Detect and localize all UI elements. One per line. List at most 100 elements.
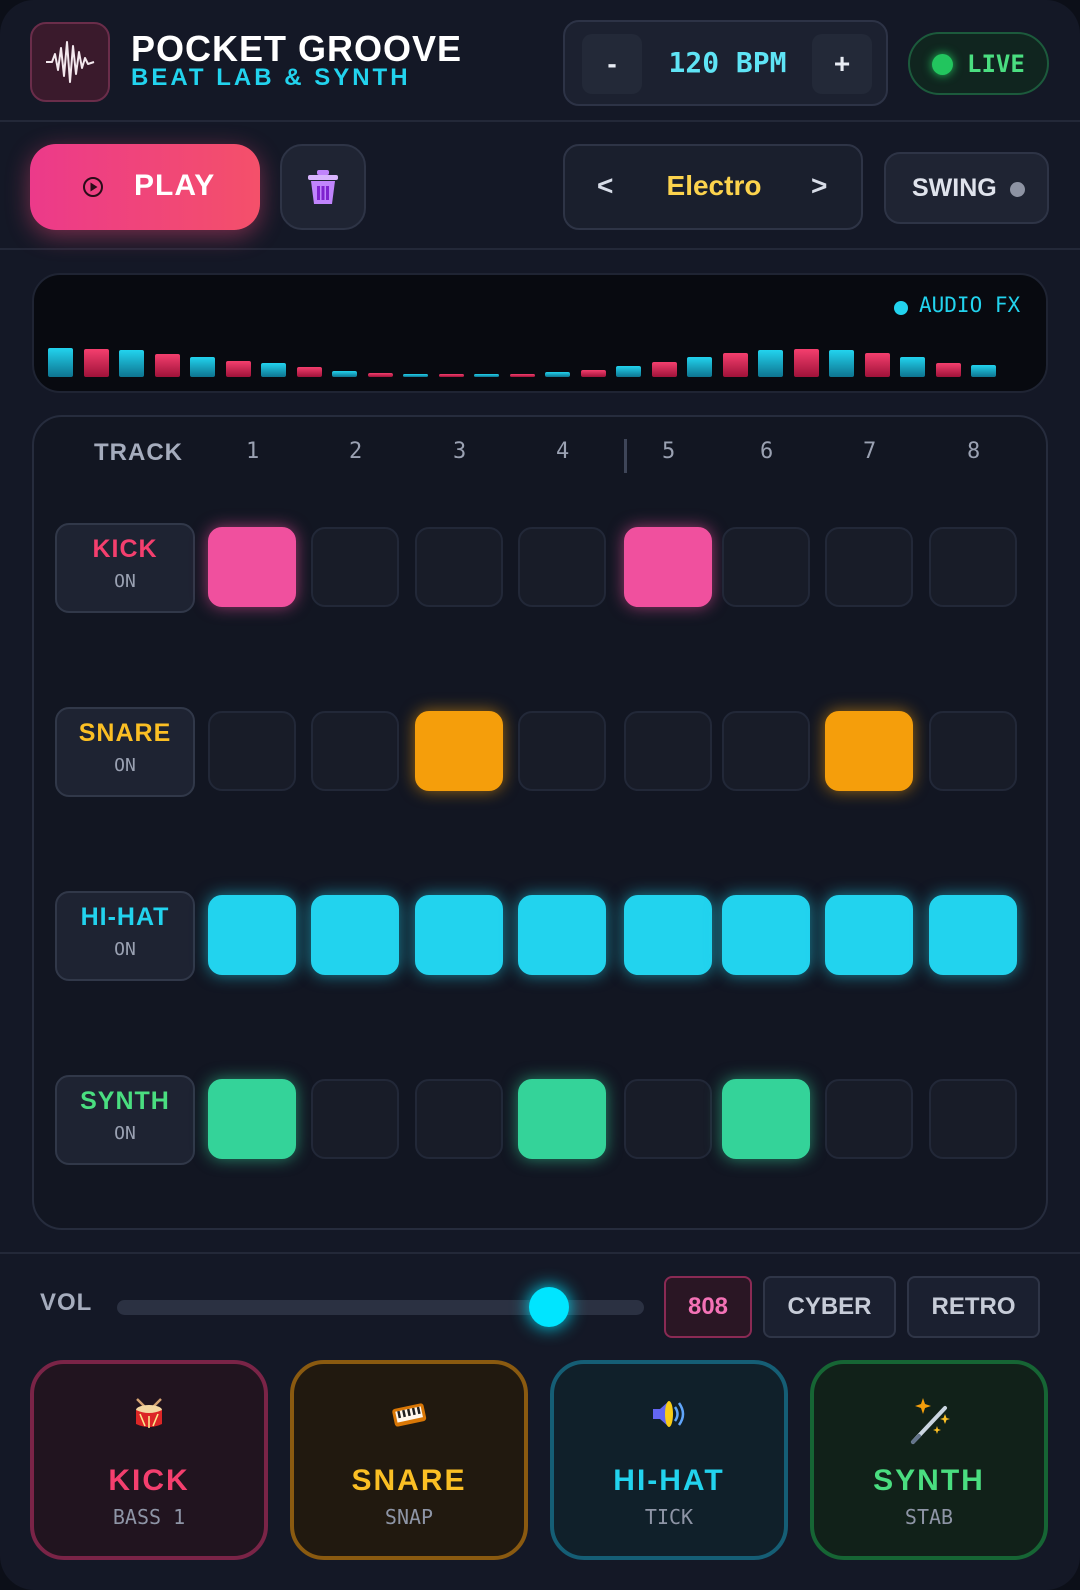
step-number-1: 1 (246, 439, 260, 464)
visualizer-bar (651, 362, 677, 377)
track-toggle-snare[interactable]: SNARE ON (55, 707, 195, 797)
visualizer-bar (580, 370, 606, 377)
visualizer-bar (509, 374, 535, 377)
pad-name: SNARE (351, 1464, 467, 1497)
track-toggle-kick[interactable]: KICK ON (55, 523, 195, 613)
step-cell-kick-2[interactable] (311, 527, 399, 607)
track-name: SNARE (78, 719, 172, 747)
play-label: PLAY (134, 169, 216, 202)
kit-retro-button[interactable]: RETRO (907, 1276, 1040, 1338)
speaker-icon (554, 1396, 784, 1432)
pad-kick[interactable]: KICK BASS 1 (30, 1360, 268, 1560)
app-logo (30, 22, 110, 102)
step-number-8: 8 (967, 439, 981, 464)
step-cell-snare-5[interactable] (624, 711, 712, 791)
app-subtitle: BEAT LAB & SYNTH (131, 64, 411, 91)
step-cell-hi-hat-6[interactable] (722, 895, 810, 975)
swing-toggle[interactable]: SWING (884, 152, 1049, 224)
visualizer-bar (225, 361, 251, 377)
step-cell-kick-6[interactable] (722, 527, 810, 607)
magic-wand-icon (814, 1396, 1044, 1446)
step-cell-synth-4[interactable] (518, 1079, 606, 1159)
pad-hi-hat[interactable]: HI-HAT TICK (550, 1360, 788, 1560)
volume-label: VOL (40, 1289, 93, 1316)
transport-controls: PLAY < Electro > SWING (0, 122, 1080, 250)
visualizer-bar (367, 373, 393, 377)
live-label: LIVE (967, 50, 1025, 78)
step-cell-hi-hat-4[interactable] (518, 895, 606, 975)
step-cell-hi-hat-1[interactable] (208, 895, 296, 975)
kit-808-button[interactable]: 808 (664, 1276, 752, 1338)
visualizer-bar (438, 374, 464, 377)
keyboard-icon (294, 1396, 524, 1432)
volume-slider-thumb[interactable] (529, 1287, 570, 1327)
live-indicator-dot (932, 54, 953, 75)
step-cell-snare-7[interactable] (825, 711, 913, 791)
step-cell-hi-hat-2[interactable] (311, 895, 399, 975)
play-button[interactable]: PLAY (30, 144, 260, 230)
step-cell-synth-2[interactable] (311, 1079, 399, 1159)
step-cell-hi-hat-3[interactable] (415, 895, 503, 975)
visualizer-bar (616, 366, 641, 377)
step-cell-hi-hat-8[interactable] (929, 895, 1017, 975)
bpm-increase-button[interactable]: + (812, 34, 872, 94)
step-number-3: 3 (453, 439, 467, 464)
track-toggle-hi-hat[interactable]: HI-HAT ON (55, 891, 195, 981)
bpm-decrease-button[interactable]: - (582, 34, 642, 94)
clear-pattern-button[interactable] (280, 144, 366, 230)
visualizer-bar (332, 371, 357, 377)
visualizer-bar (190, 357, 215, 377)
step-cell-snare-1[interactable] (208, 711, 296, 791)
visualizer-bar (758, 350, 783, 377)
visualizer-bar (829, 350, 854, 377)
step-number-4: 4 (556, 439, 570, 464)
step-cell-kick-4[interactable] (518, 527, 606, 607)
visualizer-bar (296, 367, 322, 377)
kit-cyber-button[interactable]: CYBER (763, 1276, 896, 1338)
play-icon (83, 177, 103, 197)
step-sequencer: TRACK 1 2 3 4 5 6 7 8 KICK ON SNARE ON HI-HAT ON SYNTH… (32, 415, 1048, 1230)
track-state: ON (114, 1123, 136, 1144)
pad-name: HI-HAT (613, 1464, 725, 1497)
audio-visualizer: AUDIO FX (32, 273, 1048, 393)
step-number-7: 7 (863, 439, 877, 464)
step-cell-hi-hat-5[interactable] (624, 895, 712, 975)
swing-label: SWING (912, 174, 997, 202)
pad-sound-name: TICK (644, 1505, 694, 1529)
step-cell-synth-8[interactable] (929, 1079, 1017, 1159)
track-toggle-synth[interactable]: SYNTH ON (55, 1075, 195, 1165)
visualizer-bar (261, 363, 286, 377)
step-cell-snare-4[interactable] (518, 711, 606, 791)
visualizer-bar (83, 349, 109, 377)
step-cell-synth-5[interactable] (624, 1079, 712, 1159)
audio-fx-dot (894, 301, 908, 315)
step-cell-snare-6[interactable] (722, 711, 810, 791)
step-cell-kick-8[interactable] (929, 527, 1017, 607)
step-cell-synth-6[interactable] (722, 1079, 810, 1159)
pad-sound-name: SNAP (384, 1505, 434, 1529)
live-toggle[interactable]: LIVE (908, 32, 1049, 95)
pad-snare[interactable]: SNARE SNAP (290, 1360, 528, 1560)
visualizer-bar (119, 350, 144, 377)
bpm-control: - 120 BPM + (563, 20, 888, 106)
step-cell-snare-8[interactable] (929, 711, 1017, 791)
step-cell-synth-7[interactable] (825, 1079, 913, 1159)
step-cell-snare-2[interactable] (311, 711, 399, 791)
step-cell-kick-3[interactable] (415, 527, 503, 607)
visualizer-bar (793, 349, 819, 377)
step-cell-hi-hat-7[interactable] (825, 895, 913, 975)
preset-selector: < Electro > (563, 144, 863, 230)
step-cell-kick-1[interactable] (208, 527, 296, 607)
visualizer-bar (154, 354, 180, 377)
step-cell-synth-3[interactable] (415, 1079, 503, 1159)
step-cell-synth-1[interactable] (208, 1079, 296, 1159)
step-cell-kick-5[interactable] (624, 527, 712, 607)
step-cell-snare-3[interactable] (415, 711, 503, 791)
step-cell-kick-7[interactable] (825, 527, 913, 607)
pad-synth[interactable]: SYNTH STAB (810, 1360, 1048, 1560)
trash-icon (308, 170, 338, 204)
preset-prev-button[interactable]: < (597, 170, 613, 202)
preset-next-button[interactable]: > (811, 170, 827, 202)
audio-fx-label: AUDIO FX (919, 293, 1021, 317)
track-state: ON (114, 571, 136, 592)
